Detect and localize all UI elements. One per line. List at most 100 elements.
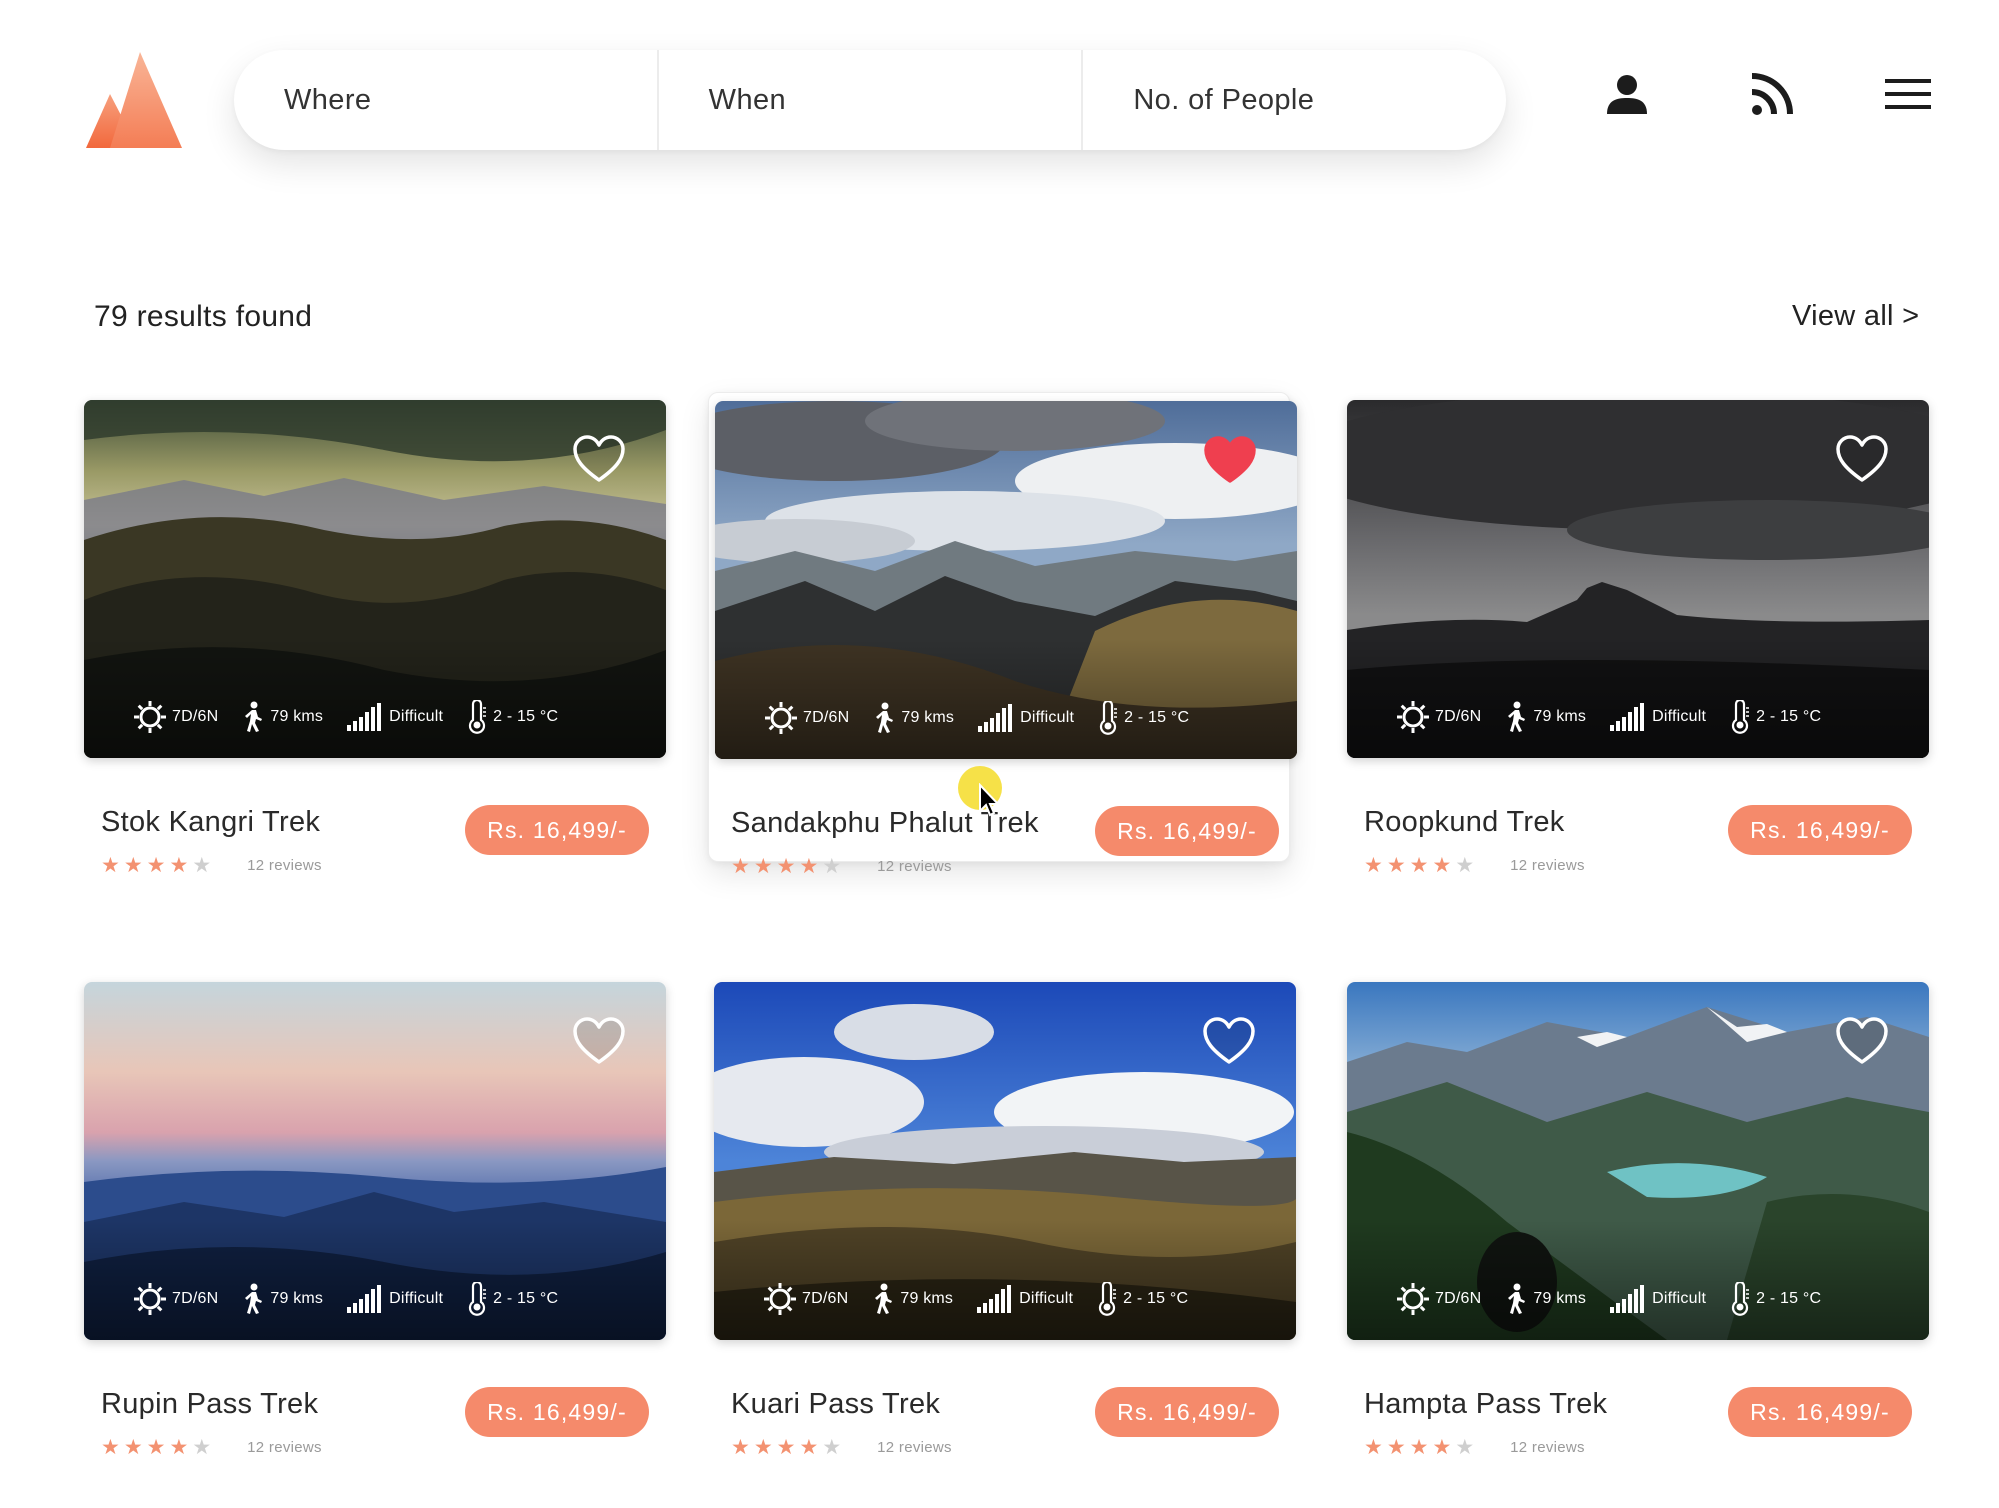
trek-title[interactable]: Kuari Pass Trek [731, 1388, 940, 1421]
favorite-heart-icon[interactable] [572, 1016, 626, 1066]
trek-photo[interactable]: 7D/6N 79 kms Difficult 2 - 15 °C [715, 401, 1297, 759]
star-icon: ★ [1409, 1436, 1429, 1459]
price-button[interactable]: Rs. 16,499/- [1095, 806, 1279, 856]
sun-icon [134, 701, 166, 733]
duration-value: 7D/6N [172, 708, 219, 725]
hiker-icon [875, 1283, 893, 1314]
user-icon[interactable] [1603, 70, 1651, 118]
price-button[interactable]: Rs. 16,499/- [465, 805, 649, 855]
brand-logo[interactable] [80, 48, 190, 158]
difficulty-icon [1610, 703, 1645, 731]
duration-stat: 7D/6N [1397, 701, 1481, 733]
trek-title[interactable]: Rupin Pass Trek [101, 1388, 318, 1421]
thermometer-icon [469, 700, 487, 734]
star-icon: ★ [146, 1436, 166, 1459]
difficulty-icon [977, 1285, 1012, 1313]
temperature-stat: 2 - 15 °C [467, 700, 558, 734]
star-rating: ★ ★ ★ ★ ★ [1364, 855, 1478, 876]
people-field[interactable]: No. of People [1081, 50, 1506, 150]
star-icon: ★ [1455, 1436, 1475, 1459]
results-count: 79 results found [94, 300, 313, 333]
photo-shade [1347, 1220, 1929, 1340]
where-placeholder: Where [284, 83, 372, 116]
difficulty-value: Difficult [1652, 708, 1707, 725]
star-icon: ★ [101, 1436, 120, 1459]
trek-title[interactable]: Stok Kangri Trek [101, 806, 320, 839]
distance-value: 79 kms [901, 709, 955, 726]
trek-rating: ★ ★ ★ ★ ★ 12 reviews [101, 1437, 322, 1458]
star-icon: ★ [799, 1436, 819, 1459]
star-rating: ★ ★ ★ ★ ★ [101, 855, 215, 876]
star-icon: ★ [192, 1436, 212, 1459]
trek-card[interactable]: 7D/6N 79 kms Difficult 2 - 15 °C Stok Ka… [84, 400, 666, 876]
price-button[interactable]: Rs. 16,499/- [1095, 1387, 1279, 1437]
trek-title[interactable]: Hampta Pass Trek [1364, 1388, 1607, 1421]
review-count[interactable]: 12 reviews [247, 857, 322, 874]
thermometer-icon [1732, 700, 1750, 734]
difficulty-stat: Difficult [347, 703, 443, 731]
trek-card[interactable]: 7D/6N 79 kms Difficult 2 - 15 °C Rupin P… [84, 982, 666, 1458]
price-button[interactable]: Rs. 16,499/- [465, 1387, 649, 1437]
difficulty-value: Difficult [1020, 709, 1075, 726]
where-field[interactable]: Where [234, 50, 657, 150]
favorite-heart-icon[interactable] [1202, 1016, 1256, 1066]
photo-shade [1347, 638, 1929, 758]
temperature-value: 2 - 15 °C [493, 708, 559, 725]
hiker-icon [245, 1283, 263, 1314]
review-count[interactable]: 12 reviews [247, 1439, 322, 1456]
trek-card[interactable]: 7D/6N 79 kms Difficult 2 - 15 °C Hampta … [1347, 982, 1929, 1458]
when-field[interactable]: When [656, 50, 1082, 150]
star-rating: ★ ★ ★ ★ ★ [101, 1437, 215, 1458]
distance-value: 79 kms [900, 1290, 954, 1307]
rss-icon[interactable] [1748, 70, 1796, 118]
star-icon: ★ [1455, 854, 1475, 877]
star-icon: ★ [731, 1436, 750, 1459]
trek-title[interactable]: Roopkund Trek [1364, 806, 1565, 839]
star-icon: ★ [123, 1436, 143, 1459]
duration-stat: 7D/6N [134, 1283, 218, 1315]
duration-value: 7D/6N [802, 1290, 849, 1307]
favorite-heart-icon[interactable] [1835, 434, 1889, 484]
favorite-heart-icon[interactable] [1835, 1016, 1889, 1066]
star-icon: ★ [1364, 1436, 1383, 1459]
trek-rating: ★ ★ ★ ★ ★ 12 reviews [1364, 1437, 1585, 1458]
star-icon: ★ [1432, 1436, 1452, 1459]
review-count[interactable]: 12 reviews [877, 1439, 952, 1456]
people-placeholder: No. of People [1133, 83, 1315, 116]
hiker-icon [245, 701, 263, 732]
star-icon: ★ [101, 854, 120, 877]
star-icon: ★ [776, 1436, 796, 1459]
trek-stats: 7D/6N 79 kms Difficult 2 - 15 °C [765, 701, 1213, 735]
menu-icon[interactable] [1884, 70, 1932, 118]
trek-photo[interactable]: 7D/6N 79 kms Difficult 2 - 15 °C [714, 982, 1296, 1340]
trek-photo[interactable]: 7D/6N 79 kms Difficult 2 - 15 °C [84, 400, 666, 758]
difficulty-stat: Difficult [977, 1285, 1073, 1313]
view-all-link[interactable]: View all > [1792, 300, 1919, 333]
star-rating: ★ ★ ★ ★ ★ [731, 1437, 845, 1458]
difficulty-stat: Difficult [347, 1285, 443, 1313]
duration-value: 7D/6N [803, 709, 850, 726]
difficulty-stat: Difficult [1610, 1285, 1706, 1313]
duration-stat: 7D/6N [765, 702, 849, 734]
distance-value: 79 kms [270, 1290, 324, 1307]
star-icon: ★ [146, 854, 166, 877]
trek-photo[interactable]: 7D/6N 79 kms Difficult 2 - 15 °C [1347, 400, 1929, 758]
trek-photo[interactable]: 7D/6N 79 kms Difficult 2 - 15 °C [84, 982, 666, 1340]
star-icon: ★ [169, 1436, 189, 1459]
temperature-stat: 2 - 15 °C [1097, 1282, 1188, 1316]
duration-value: 7D/6N [1435, 708, 1482, 725]
favorite-heart-icon[interactable] [572, 434, 626, 484]
difficulty-icon [347, 1285, 382, 1313]
review-count[interactable]: 12 reviews [1510, 1439, 1585, 1456]
price-button[interactable]: Rs. 16,499/- [1728, 1387, 1912, 1437]
review-count[interactable]: 12 reviews [877, 858, 952, 875]
review-count[interactable]: 12 reviews [1510, 857, 1585, 874]
trek-card[interactable]: 7D/6N 79 kms Difficult 2 - 15 °C Roopkun… [1347, 400, 1929, 876]
favorite-heart-icon[interactable] [1203, 435, 1257, 485]
trek-photo[interactable]: 7D/6N 79 kms Difficult 2 - 15 °C [1347, 982, 1929, 1340]
photo-shade [714, 1220, 1296, 1340]
photo-shade [84, 1220, 666, 1340]
duration-stat: 7D/6N [1397, 1283, 1481, 1315]
price-button[interactable]: Rs. 16,499/- [1728, 805, 1912, 855]
trek-card[interactable]: 7D/6N 79 kms Difficult 2 - 15 °C Kuari P… [714, 982, 1296, 1458]
